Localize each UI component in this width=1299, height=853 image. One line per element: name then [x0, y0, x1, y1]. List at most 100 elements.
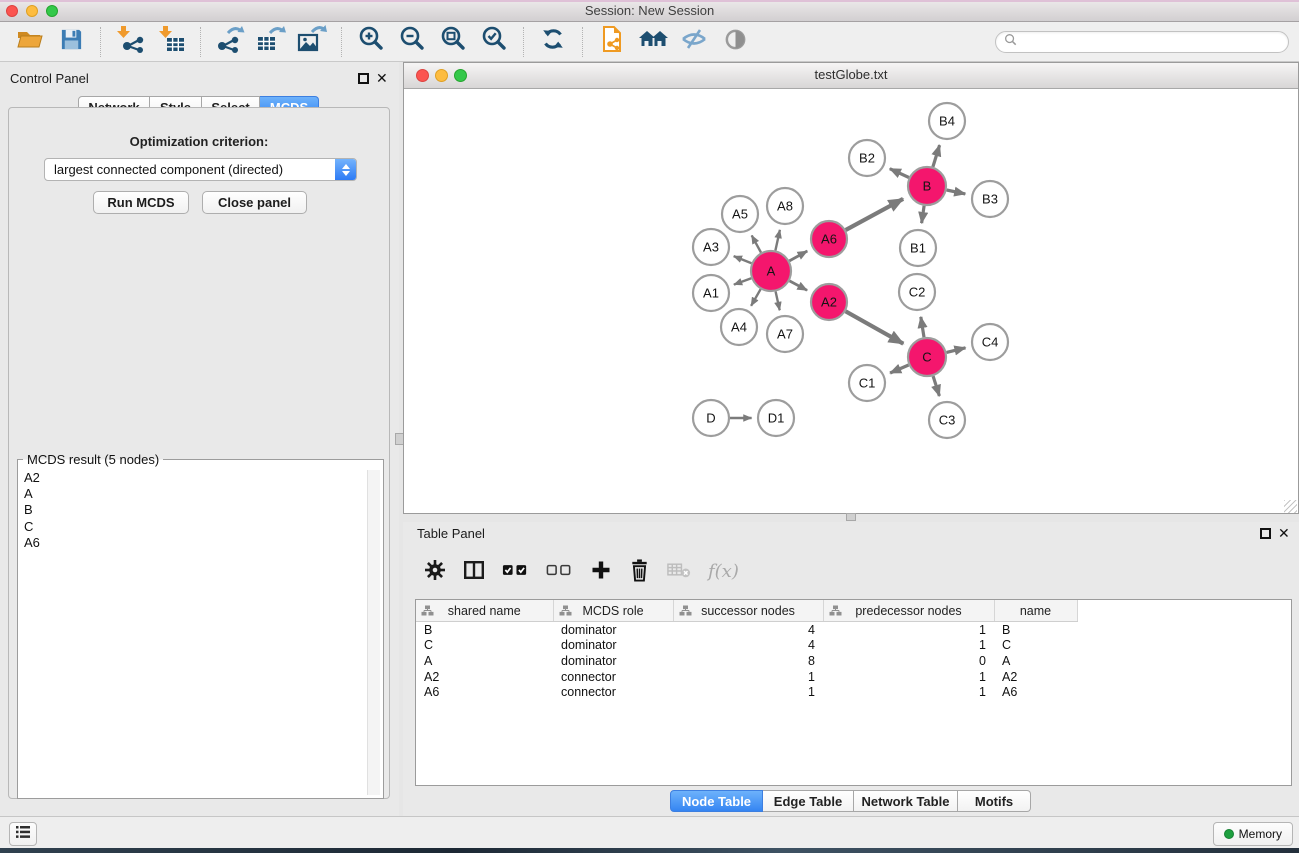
import-network-button[interactable]: [112, 26, 148, 58]
graph-edge-A-A4[interactable]: [751, 289, 761, 306]
graph-node-A6[interactable]: A6: [811, 221, 847, 257]
mcds-result-item[interactable]: A: [24, 486, 383, 502]
close-panel-button[interactable]: Close panel: [202, 191, 307, 214]
function-builder-button[interactable]: f(x): [708, 563, 739, 581]
graph-node-C3[interactable]: C3: [929, 402, 965, 438]
close-panel-icon[interactable]: ✕: [376, 73, 388, 84]
float-panel-icon[interactable]: [358, 73, 369, 84]
run-mcds-button[interactable]: Run MCDS: [93, 191, 189, 214]
network-window-titlebar[interactable]: testGlobe.txt: [404, 63, 1298, 89]
task-list-button[interactable]: [9, 822, 37, 846]
memory-button[interactable]: Memory: [1213, 822, 1293, 846]
column-header-name[interactable]: name: [994, 600, 1077, 622]
tab-node-table[interactable]: Node Table: [670, 790, 763, 812]
tab-network-table[interactable]: Network Table: [854, 790, 958, 812]
unselect-all-checkboxes-button[interactable]: [545, 558, 574, 587]
column-header-successor-nodes[interactable]: successor nodes: [673, 600, 823, 622]
graph-edge-A2-C[interactable]: [846, 311, 904, 343]
export-table-button[interactable]: [253, 26, 289, 58]
graph-edge-A6-B[interactable]: [846, 199, 903, 230]
graph-edge-A-A1[interactable]: [734, 278, 751, 284]
zoom-selected-button[interactable]: [476, 26, 512, 58]
resize-grip-icon[interactable]: [1284, 500, 1297, 513]
graph-edge-C-C3[interactable]: [933, 376, 939, 396]
zoom-fit-button[interactable]: [435, 26, 471, 58]
close-window-icon[interactable]: [6, 5, 18, 17]
graph-node-B3[interactable]: B3: [972, 181, 1008, 217]
graph-node-C2[interactable]: C2: [899, 274, 935, 310]
column-header-shared-name[interactable]: shared name: [416, 600, 553, 622]
graph-edge-A-A2[interactable]: [790, 281, 808, 290]
tab-motifs[interactable]: Motifs: [958, 790, 1031, 812]
table-row[interactable]: Bdominator41B: [416, 622, 1291, 638]
delete-table-button[interactable]: [666, 558, 693, 587]
delete-column-button[interactable]: [628, 557, 651, 588]
graph-node-A7[interactable]: A7: [767, 316, 803, 352]
mcds-result-item[interactable]: C: [24, 519, 383, 535]
open-session-button[interactable]: [12, 26, 48, 58]
graph-edge-B-B4[interactable]: [933, 145, 940, 167]
table-float-icon[interactable]: [1260, 528, 1271, 539]
toggle-panel-columns-button[interactable]: [462, 558, 486, 587]
network-close-icon[interactable]: [416, 69, 429, 82]
minimize-window-icon[interactable]: [26, 5, 38, 17]
table-row[interactable]: A2connector11A2: [416, 669, 1291, 685]
graph-node-C[interactable]: C: [908, 338, 946, 376]
graph-node-A5[interactable]: A5: [722, 196, 758, 232]
hide-graphics-details-button[interactable]: [676, 26, 712, 58]
graph-node-B2[interactable]: B2: [849, 140, 885, 176]
mcds-result-item[interactable]: B: [24, 502, 383, 518]
search-field[interactable]: [995, 31, 1289, 53]
table-row[interactable]: Adominator80A: [416, 653, 1291, 669]
graph-node-A2[interactable]: A2: [811, 284, 847, 320]
search-input[interactable]: [1017, 35, 1288, 49]
graph-edge-A-A7[interactable]: [776, 292, 780, 311]
graph-node-A[interactable]: A: [751, 251, 791, 291]
graph-edge-B-B3[interactable]: [947, 190, 966, 194]
graph-node-A4[interactable]: A4: [721, 309, 757, 345]
graph-edge-C-C2[interactable]: [921, 317, 924, 337]
tab-edge-table[interactable]: Edge Table: [763, 790, 854, 812]
export-network-button[interactable]: [212, 26, 248, 58]
mcds-result-item[interactable]: A2: [24, 470, 383, 486]
graph-node-C1[interactable]: C1: [849, 365, 885, 401]
column-header-predecessor-nodes[interactable]: predecessor nodes: [823, 600, 994, 622]
graph-node-C4[interactable]: C4: [972, 324, 1008, 360]
cyndex-home-button[interactable]: [635, 26, 671, 58]
save-session-button[interactable]: [53, 26, 89, 58]
table-row[interactable]: A6connector11A6: [416, 684, 1291, 700]
settings-gear-button[interactable]: [423, 558, 447, 587]
table-row[interactable]: Cdominator41C: [416, 638, 1291, 654]
graph-edge-A-A3[interactable]: [734, 256, 752, 263]
graph-edge-A-A6[interactable]: [789, 251, 807, 261]
graph-node-D1[interactable]: D1: [758, 400, 794, 436]
graph-node-A3[interactable]: A3: [693, 229, 729, 265]
network-canvas[interactable]: B4B2BB3A8A5A6A3B1AC2A1A2A4A7C4CC1C3DD1: [404, 89, 1298, 514]
graph-edge-C-C1[interactable]: [890, 365, 909, 373]
graph-node-A8[interactable]: A8: [767, 188, 803, 224]
network-zoom-icon[interactable]: [454, 69, 467, 82]
clone-network-button[interactable]: [594, 26, 630, 58]
network-minimize-icon[interactable]: [435, 69, 448, 82]
criterion-dropdown[interactable]: largest connected component (directed): [44, 158, 357, 181]
select-all-checkboxes-button[interactable]: [501, 558, 530, 587]
graph-node-D[interactable]: D: [693, 400, 729, 436]
import-table-button[interactable]: [153, 26, 189, 58]
birds-eye-view-button[interactable]: [717, 26, 753, 58]
graph-edge-A-A5[interactable]: [752, 235, 761, 252]
graph-edge-A-A8[interactable]: [775, 230, 780, 251]
graph-edge-B-B1[interactable]: [922, 206, 925, 223]
zoom-out-button[interactable]: [394, 26, 430, 58]
graph-node-B[interactable]: B: [908, 167, 946, 205]
mcds-result-item[interactable]: A6: [24, 535, 383, 551]
result-scrollbar[interactable]: [367, 470, 380, 795]
graph-node-B4[interactable]: B4: [929, 103, 965, 139]
graph-node-B1[interactable]: B1: [900, 230, 936, 266]
horizontal-split-grabber[interactable]: [846, 513, 856, 521]
network-graph[interactable]: B4B2BB3A8A5A6A3B1AC2A1A2A4A7C4CC1C3DD1: [404, 89, 1298, 514]
table-close-icon[interactable]: ✕: [1278, 528, 1290, 539]
zoom-in-button[interactable]: [353, 26, 389, 58]
zoom-window-icon[interactable]: [46, 5, 58, 17]
add-column-button[interactable]: [589, 558, 613, 587]
refresh-layout-button[interactable]: [535, 26, 571, 58]
